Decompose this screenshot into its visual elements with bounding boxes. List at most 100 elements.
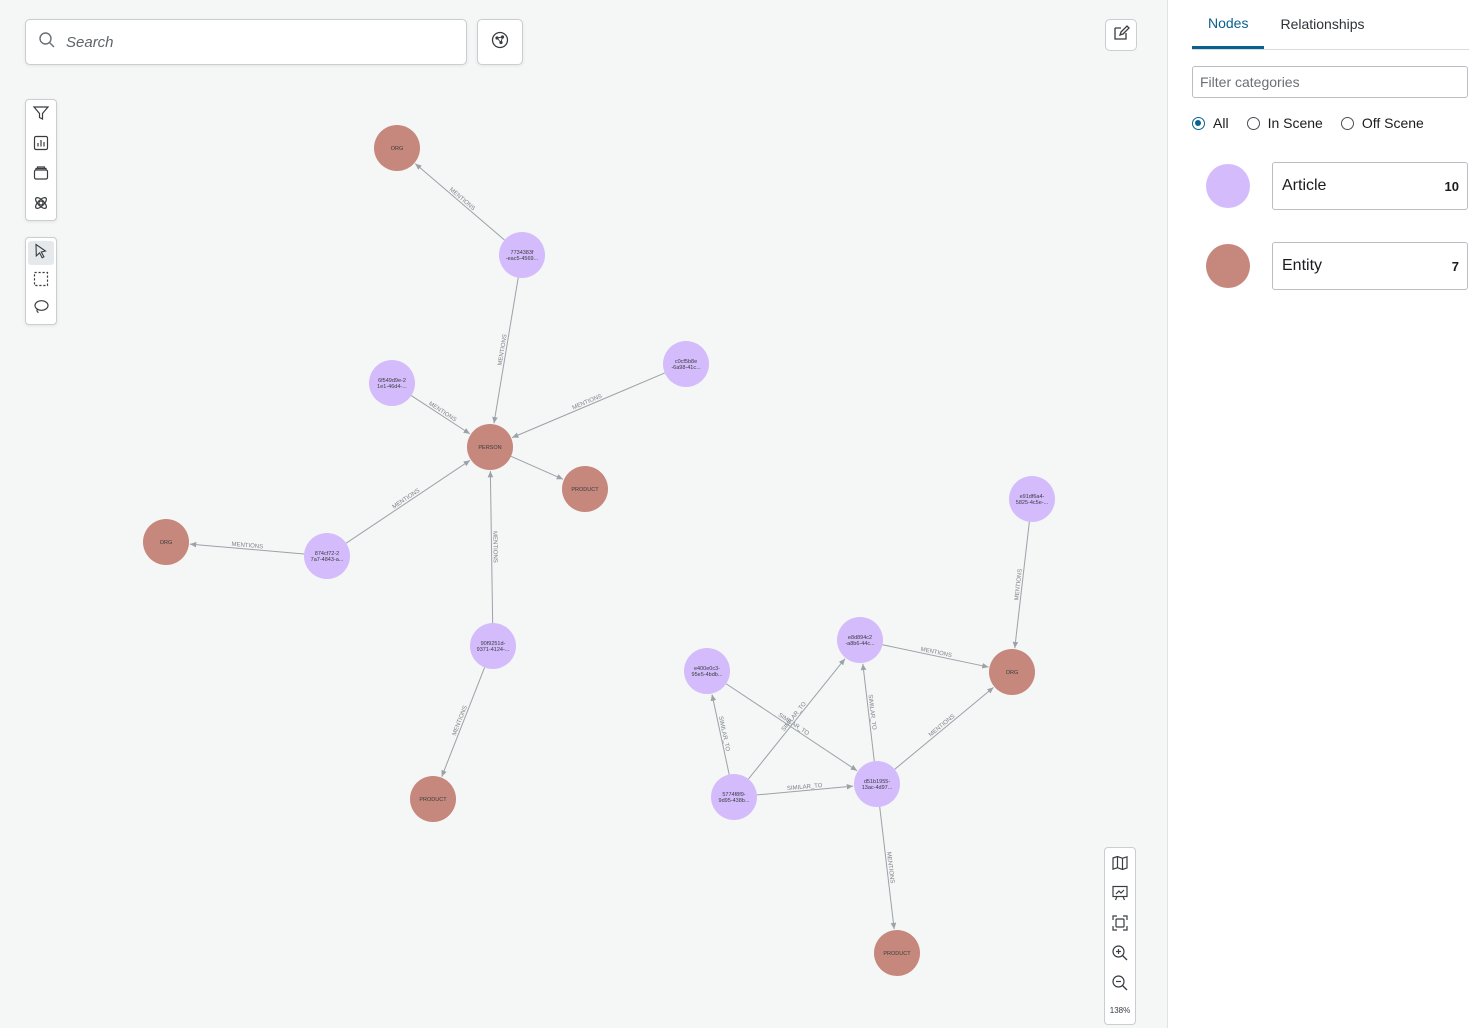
article-node[interactable]: e91df6a4-5825-4c5e-...	[1009, 476, 1055, 522]
relationship-edge[interactable]	[414, 163, 505, 241]
radio-all[interactable]: All	[1192, 115, 1229, 131]
article-node[interactable]: d51b1955-13ac-4d97...	[854, 761, 900, 807]
entity-node[interactable]: ORG	[989, 649, 1035, 695]
view-toolbar: 138%	[1104, 847, 1136, 1025]
relationship-edge[interactable]	[410, 395, 471, 435]
article-node[interactable]: 874cf72-27a7-4843-a...	[304, 533, 350, 579]
graph-svg[interactable]: MENTIONS MENTIONS MENTIONS MENTIONS MENTIONS…	[0, 0, 1167, 1028]
relationship-edge[interactable]	[441, 667, 486, 777]
fit-to-screen-button[interactable]	[1107, 912, 1133, 938]
category-color-swatch[interactable]	[1206, 244, 1250, 288]
search-box[interactable]	[25, 19, 467, 65]
node-caption: PRODUCT	[419, 797, 447, 803]
presentation-button[interactable]	[1107, 882, 1133, 908]
search-input[interactable]	[64, 32, 448, 52]
node-caption: ORG	[160, 540, 173, 546]
node-caption: PERSON	[478, 445, 501, 451]
layers-button[interactable]	[28, 163, 54, 189]
category-name: Article	[1282, 177, 1327, 194]
map-button[interactable]	[1107, 852, 1133, 878]
relationship-label: SIMILAR_TO	[866, 694, 876, 730]
lasso-select-button[interactable]	[28, 298, 54, 322]
relationship-edge[interactable]	[882, 644, 989, 669]
relationship-edge[interactable]	[894, 686, 994, 770]
entity-node[interactable]: ORG	[374, 125, 420, 171]
relationship-label: MENTIONS	[498, 334, 509, 366]
node-caption: -a8b6-44c...	[845, 641, 875, 647]
relationship-edge[interactable]	[510, 455, 564, 480]
chart-button[interactable]	[28, 133, 54, 159]
radio-in-scene[interactable]: In Scene	[1246, 115, 1323, 131]
fit-to-screen-icon	[1111, 914, 1129, 937]
article-node[interactable]: 7734383f-eac5-4569...	[499, 232, 545, 278]
zoom-level: 138%	[1109, 1006, 1131, 1015]
category-box[interactable]: Entity 7	[1272, 242, 1468, 290]
lasso-select-icon	[32, 298, 50, 321]
radio-off-scene-dot[interactable]	[1340, 116, 1354, 130]
radio-off-scene[interactable]: Off Scene	[1340, 115, 1424, 131]
filter-button[interactable]	[28, 103, 54, 129]
chart-icon	[32, 134, 50, 157]
pointer-select-icon	[32, 242, 50, 265]
tab-nodes[interactable]: Nodes	[1192, 0, 1265, 49]
entity-node[interactable]: PRODUCT	[410, 776, 456, 822]
node-caption: 13ac-4d97...	[862, 785, 893, 791]
filter-icon	[32, 104, 50, 127]
relationship-edge[interactable]	[492, 277, 519, 424]
article-node[interactable]: 90f9251d-9371-4124-...	[470, 623, 516, 669]
article-node[interactable]: c0cf5b8e-6a98-41c...	[663, 341, 709, 387]
relationship-label: SIMILAR_TO	[717, 716, 730, 752]
radio-all-label: All	[1213, 115, 1229, 131]
edit-icon	[1112, 24, 1130, 47]
entity-node[interactable]: PRODUCT	[874, 930, 920, 976]
edit-button[interactable]	[1105, 19, 1137, 51]
entity-node[interactable]: ORG	[143, 519, 189, 565]
category-count: 10	[1444, 178, 1459, 194]
category-count: 7	[1451, 258, 1459, 274]
relationship-label: MENTIONS	[392, 488, 422, 511]
radio-in-scene-dot[interactable]	[1246, 116, 1260, 130]
graph-explore-icon	[490, 30, 510, 55]
zoom-out-icon	[1111, 974, 1129, 997]
relationship-label: MENTIONS	[572, 394, 604, 412]
zoom-in-icon	[1111, 944, 1129, 967]
node-caption: 9371-4124-...	[477, 647, 510, 653]
zoom-in-button[interactable]	[1107, 942, 1133, 968]
relationship-label: MENTIONS	[452, 705, 469, 737]
box-select-icon	[32, 270, 50, 293]
category-box[interactable]: Article 10	[1272, 162, 1468, 210]
nodes-layer: ORG 7734383f-eac5-4569... PERSON 6f549d9e-2…	[143, 125, 1055, 976]
article-node[interactable]: 5774f8f9-9d95-438b...	[711, 774, 757, 820]
node-caption: 7a7-4843-a...	[311, 557, 344, 563]
relationship-edge[interactable]	[345, 459, 471, 544]
article-node[interactable]: e400e0c3-95e5-4bdb...	[684, 648, 730, 694]
box-select-button[interactable]	[28, 269, 54, 293]
radio-all-dot[interactable]	[1192, 116, 1205, 130]
layers-icon	[32, 164, 50, 187]
node-caption: 5825-4c5e-...	[1016, 500, 1049, 506]
relationship-label: MENTIONS	[448, 187, 476, 212]
graph-explore-button[interactable]	[477, 19, 523, 65]
category-color-swatch[interactable]	[1206, 164, 1250, 208]
node-caption: 1e1-46d4-...	[377, 384, 407, 390]
graph-style-button[interactable]	[28, 192, 54, 218]
article-node[interactable]: 6f549d9e-21e1-46d4-...	[369, 360, 415, 406]
category-row-entity[interactable]: Entity 7	[1206, 242, 1468, 290]
zoom-out-button[interactable]	[1107, 972, 1133, 998]
pointer-select-button[interactable]	[28, 241, 54, 266]
filter-categories-input[interactable]	[1192, 66, 1468, 98]
relationship-edge[interactable]	[725, 683, 858, 772]
entity-node[interactable]: PRODUCT	[562, 466, 608, 512]
article-node[interactable]: e8d894c2-a8b6-44c...	[837, 617, 883, 663]
relationship-label: MENTIONS	[427, 401, 457, 423]
search-icon	[38, 31, 56, 54]
relationship-edge[interactable]	[511, 372, 666, 439]
category-row-article[interactable]: Article 10	[1206, 162, 1468, 210]
tab-relationships[interactable]: Relationships	[1264, 0, 1380, 48]
panel-tabs: Nodes Relationships	[1192, 0, 1469, 50]
node-caption: PRODUCT	[571, 487, 599, 493]
entity-node[interactable]: PERSON	[467, 424, 513, 470]
selection-toolbar	[25, 237, 57, 325]
graph-canvas[interactable]: MENTIONS MENTIONS MENTIONS MENTIONS MENTIONS…	[0, 0, 1167, 1028]
node-caption: ORG	[391, 146, 404, 152]
